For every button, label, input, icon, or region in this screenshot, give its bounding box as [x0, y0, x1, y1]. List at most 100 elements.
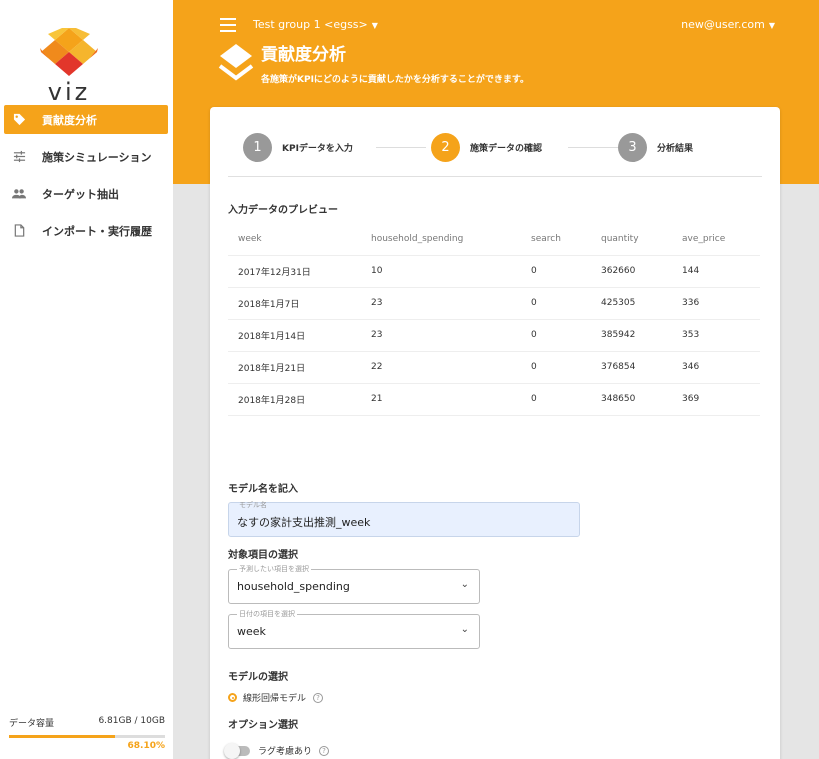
help-icon[interactable]: ?: [313, 692, 324, 703]
model-name-field[interactable]: モデル名 なすの家計支出推測_week: [228, 501, 580, 537]
step-3: 3 分析結果: [618, 133, 693, 162]
page-title: 貢献度分析: [261, 45, 346, 65]
table-cell: 425305: [591, 286, 672, 319]
table-row: 2018年1月7日 23 0 425305 336: [228, 286, 760, 319]
step-1: 1 KPIデータを入力: [243, 133, 353, 162]
field-legend: モデル名: [239, 501, 267, 509]
table-cell: 144: [672, 254, 760, 287]
storage-value: 6.81GB / 10GB: [98, 716, 165, 726]
sidebar-item-target-extraction[interactable]: ターゲット抽出: [4, 179, 168, 208]
sidebar-item-contribution-analysis[interactable]: 貢献度分析: [4, 105, 168, 134]
table-cell: 0: [521, 350, 591, 383]
lag-toggle-row: ラグ考慮あり ?: [224, 742, 330, 759]
table-cell: 23: [361, 286, 521, 319]
table-row: 2018年1月14日 23 0 385942 353: [228, 318, 760, 351]
table-row: 2018年1月21日 22 0 376854 346: [228, 350, 760, 383]
table-cell: 0: [521, 286, 591, 319]
field-value: week: [237, 625, 266, 638]
field-legend: 日付の項目を選択: [237, 609, 297, 619]
table-cell: 353: [672, 318, 760, 351]
table-cell: 336: [672, 286, 760, 319]
radio-selected-icon: [228, 693, 237, 702]
table-cell: 348650: [591, 382, 672, 416]
table-cell: 376854: [591, 350, 672, 383]
help-icon[interactable]: ?: [319, 745, 330, 756]
options-section-title: オプション選択: [228, 720, 298, 731]
table-cell: 385942: [591, 318, 672, 351]
file-icon: [12, 224, 26, 238]
tag-icon: [12, 113, 26, 127]
sliders-icon: [12, 150, 26, 164]
table-cell: 10: [361, 254, 521, 287]
group-selector[interactable]: Test group 1 <egss> ▼: [253, 18, 378, 31]
field-legend: 予測したい項目を選択: [237, 564, 311, 574]
table-cell: 2018年1月7日: [228, 286, 361, 319]
user-menu[interactable]: new@user.com ▼: [681, 18, 775, 31]
field-value: なすの家計支出推測_week: [237, 516, 371, 529]
table-row: 2018年1月28日 21 0 348650 369: [228, 382, 760, 416]
logo-text: viz: [47, 78, 91, 106]
step-connector: [376, 147, 426, 148]
storage-percent: 68.10%: [127, 741, 166, 751]
table-cell: 2018年1月14日: [228, 318, 361, 351]
table-cell: 22: [361, 350, 521, 383]
table-header-row: week household_spending search quantity ave_…: [228, 223, 760, 255]
page-subtitle: 各施策がKPIにどのように貢献したかを分析することができます。: [261, 75, 530, 85]
sidebar: viz 貢献度分析 施策シミュレーション ターゲット抽出 インポート・実行履歴: [0, 0, 173, 759]
step-number: 2: [431, 133, 460, 162]
preview-table: week household_spending search quantity ave_…: [228, 223, 760, 416]
main-card: 1 KPIデータを入力 2 施策データの確認 3 分析結果 入力データのプレビュ…: [210, 107, 780, 759]
sidebar-item-import-history[interactable]: インポート・実行履歴: [4, 216, 168, 245]
step-label: KPIデータを入力: [282, 144, 353, 154]
table-cell: 369: [672, 382, 760, 416]
table-cell: 2017年12月31日: [228, 254, 361, 287]
people-icon: [12, 187, 26, 201]
field-value: household_spending: [237, 580, 350, 593]
sidebar-item-simulation[interactable]: 施策シミュレーション: [4, 142, 168, 171]
column-header: search: [531, 233, 561, 244]
caret-down-icon: ▼: [371, 20, 378, 30]
storage-usage: データ容量 6.81GB / 10GB 68.10%: [9, 716, 165, 751]
column-header: ave_price: [682, 233, 726, 244]
table-cell: 2018年1月21日: [228, 350, 361, 383]
storage-progress-bar: [9, 735, 165, 738]
radio-linear-regression[interactable]: 線形回帰モデル ?: [228, 691, 324, 704]
group-name: Test group 1 <egss>: [253, 18, 368, 31]
table-cell: 23: [361, 318, 521, 351]
step-number: 3: [618, 133, 647, 162]
step-label: 分析結果: [657, 144, 694, 154]
storage-progress-fill: [9, 735, 116, 738]
date-item-select[interactable]: 日付の項目を選択 week ⌄: [228, 609, 480, 649]
radio-label: 線形回帰モデル: [243, 694, 307, 704]
table-cell: 0: [521, 382, 591, 416]
column-header: quantity: [601, 233, 639, 244]
storage-label: データ容量: [9, 719, 55, 729]
predict-item-select[interactable]: 予測したい項目を選択 household_spending ⌄: [228, 564, 480, 604]
stepper: 1 KPIデータを入力 2 施策データの確認 3 分析結果: [228, 107, 762, 177]
step-number: 1: [243, 133, 272, 162]
table-cell: 0: [521, 318, 591, 351]
sidebar-item-label: 貢献度分析: [42, 113, 97, 127]
preview-title: 入力データのプレビュー: [228, 205, 338, 216]
sidebar-item-label: インポート・実行履歴: [42, 224, 152, 238]
toggle-label: ラグ考慮あり: [258, 747, 313, 757]
step-2: 2 施策データの確認: [431, 133, 542, 162]
caret-down-icon: ▼: [768, 20, 775, 30]
table-row: 2017年12月31日 10 0 362660 144: [228, 254, 760, 287]
viz-logo: [40, 28, 98, 76]
model-name-section-title: モデル名を記入: [228, 484, 298, 495]
user-email: new@user.com: [681, 18, 765, 31]
table-cell: 2018年1月28日: [228, 382, 361, 416]
table-cell: 0: [521, 254, 591, 287]
column-header: household_spending: [371, 233, 464, 244]
layers-icon: [218, 44, 254, 81]
table-cell: 346: [672, 350, 760, 383]
lag-toggle-switch[interactable]: [224, 742, 250, 759]
sidebar-item-label: ターゲット抽出: [42, 187, 119, 201]
step-connector: [568, 147, 618, 148]
table-cell: 362660: [591, 254, 672, 287]
sidebar-nav: 貢献度分析 施策シミュレーション ターゲット抽出 インポート・実行履歴: [4, 105, 168, 253]
step-label: 施策データの確認: [470, 144, 543, 154]
hamburger-menu-icon[interactable]: [220, 18, 236, 32]
table-cell: 21: [361, 382, 521, 416]
